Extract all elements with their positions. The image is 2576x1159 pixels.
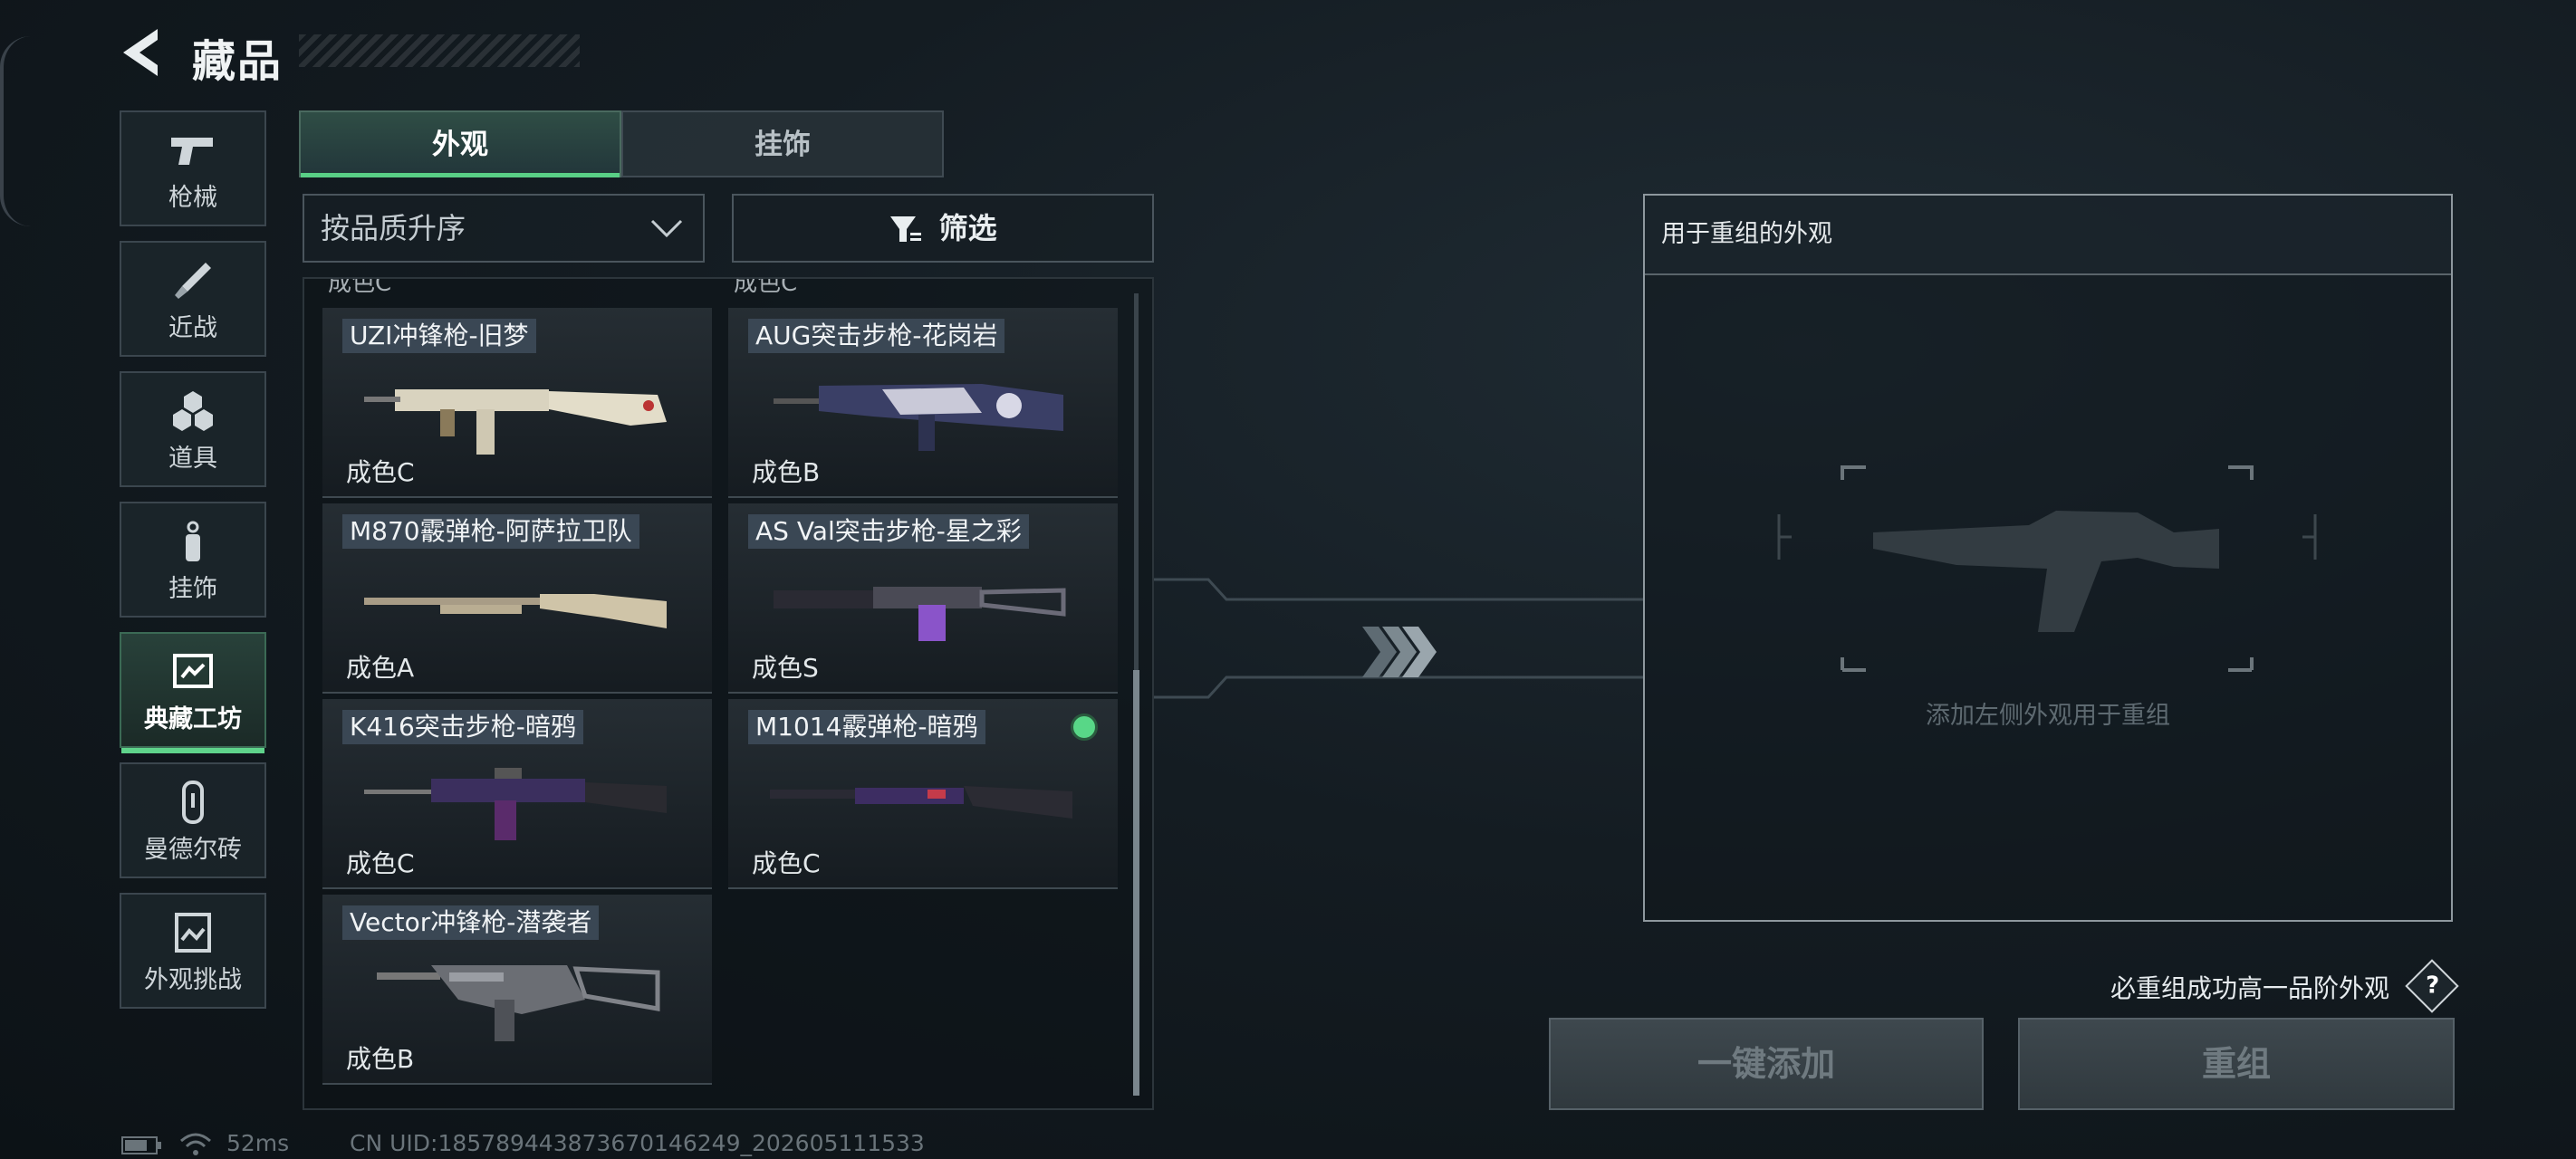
list-item[interactable]: AUG突击步枪-花岗岩 成色B: [728, 308, 1118, 498]
k416-icon: [364, 768, 667, 840]
item-name: UZI冲锋枪-旧梦: [342, 319, 536, 353]
tab-skins[interactable]: 外观: [299, 110, 621, 177]
workshop-icon: [173, 654, 213, 688]
sidebar-item-items[interactable]: 道具: [120, 371, 266, 487]
filter-button[interactable]: 筛选: [732, 194, 1154, 263]
sidebar-item-label: 典藏工坊: [144, 705, 242, 733]
scrollbar-thumb[interactable]: [1133, 670, 1139, 1096]
sort-dropdown[interactable]: 按品质升序: [303, 194, 705, 263]
uzi-icon: [364, 389, 667, 455]
recombine-button[interactable]: 重组: [2018, 1018, 2455, 1110]
help-icon: ?: [2426, 972, 2440, 1000]
aug-icon: [774, 384, 1063, 451]
button-label: 一键添加: [1697, 1044, 1835, 1084]
empty-slot-frame: [1777, 465, 2317, 672]
sidebar-item-charms[interactable]: 挂饰: [120, 502, 266, 618]
item-grade: 成色B: [752, 457, 821, 487]
tab-label: 挂饰: [755, 129, 811, 161]
panel-title: 用于重组的外观: [1645, 196, 2451, 275]
selected-indicator: [1071, 714, 1098, 741]
back-arrow-icon: [123, 29, 158, 76]
sidebar-item-label: 枪械: [168, 184, 217, 212]
list-item[interactable]: AS Val突击步枪-星之彩 成色S: [728, 503, 1118, 694]
panel-hint: 添加左侧外观用于重组: [1926, 702, 2170, 730]
list-item[interactable]: M1014霰弹枪-暗鸦 成色C: [728, 699, 1118, 889]
screen-edge-decoration: [0, 36, 31, 226]
list-item[interactable]: M870霰弹枪-阿萨拉卫队 成色A: [322, 503, 712, 694]
knife-icon: [175, 263, 211, 299]
grenade-icon: [173, 391, 213, 431]
list-item[interactable]: Vector冲锋枪-潜袭者 成色B: [322, 895, 712, 1085]
active-indicator: [121, 748, 264, 753]
item-grade: 成色C: [346, 457, 415, 487]
sidebar-item-melee[interactable]: 近战: [120, 241, 266, 357]
page-title: 藏品: [192, 36, 284, 87]
skin-list[interactable]: 成色C 成色C UZI冲锋枪-旧梦 成色C AUG突击步枪-花岗岩 成色B M8…: [303, 277, 1154, 1110]
chevron-down-icon: [650, 219, 683, 238]
item-grade: 成色S: [752, 653, 819, 683]
add-all-button[interactable]: 一键添加: [1549, 1018, 1984, 1110]
tab-charms[interactable]: 挂饰: [621, 110, 944, 177]
item-name: AS Val突击步枪-星之彩: [748, 514, 1029, 549]
item-name: AUG突击步枪-花岗岩: [748, 319, 1005, 353]
partial-grade: 成色C: [734, 277, 798, 297]
item-name: Vector冲锋枪-潜袭者: [342, 905, 600, 940]
help-button[interactable]: ?: [2405, 959, 2459, 1013]
button-label: 重组: [2201, 1044, 2271, 1084]
sidebar-item-mandel-brick[interactable]: 曼德尔砖: [120, 762, 266, 878]
title-decoration: [299, 34, 580, 67]
chevron-right-icon: [1362, 627, 1437, 677]
item-grade: 成色B: [346, 1044, 415, 1074]
item-name: M870霰弹枪-阿萨拉卫队: [342, 514, 639, 549]
m1014-icon: [770, 786, 1072, 819]
sidebar-item-challenge[interactable]: 外观挑战: [120, 893, 266, 1009]
recombine-note: 必重组成功高一品阶外观: [2110, 973, 2390, 1003]
sidebar-item-label: 曼德尔砖: [144, 836, 242, 864]
sidebar-item-label: 近战: [168, 314, 217, 342]
active-tab-indicator: [301, 173, 620, 177]
back-button[interactable]: [118, 24, 167, 81]
tab-label: 外观: [432, 129, 488, 161]
list-item[interactable]: UZI冲锋枪-旧梦 成色C: [322, 308, 712, 498]
challenge-icon: [175, 913, 211, 953]
m870-icon: [364, 594, 667, 628]
item-name: M1014霰弹枪-暗鸦: [748, 710, 985, 744]
item-name: K416突击步枪-暗鸦: [342, 710, 583, 744]
ping-readout: 52ms: [226, 1130, 290, 1156]
sidebar-item-guns[interactable]: 枪械: [120, 110, 266, 226]
item-grade: 成色C: [752, 848, 821, 878]
sidebar-item-label: 外观挑战: [144, 966, 242, 994]
item-grade: 成色C: [346, 848, 415, 878]
wifi-icon: [180, 1133, 211, 1155]
vector-icon: [377, 965, 660, 1041]
sidebar-item-workshop[interactable]: 典藏工坊: [120, 632, 266, 753]
list-item[interactable]: K416突击步枪-暗鸦 成色C: [322, 699, 712, 889]
battery-icon: [121, 1136, 161, 1154]
sidebar-item-label: 挂饰: [168, 575, 217, 603]
charm-icon: [186, 521, 200, 561]
sidebar-item-label: 道具: [168, 445, 217, 473]
item-grade: 成色A: [346, 653, 415, 683]
asval-icon: [774, 587, 1066, 641]
filter-label: 筛选: [938, 211, 997, 245]
pistol-icon: [171, 138, 213, 165]
partial-grade: 成色C: [328, 277, 392, 297]
uid-text: CN UID:18578944387367014624​9_2026051115…: [350, 1130, 925, 1156]
filter-icon: [890, 216, 922, 242]
mandel-brick-icon: [182, 781, 204, 824]
sort-value: 按品质升序: [321, 211, 466, 245]
